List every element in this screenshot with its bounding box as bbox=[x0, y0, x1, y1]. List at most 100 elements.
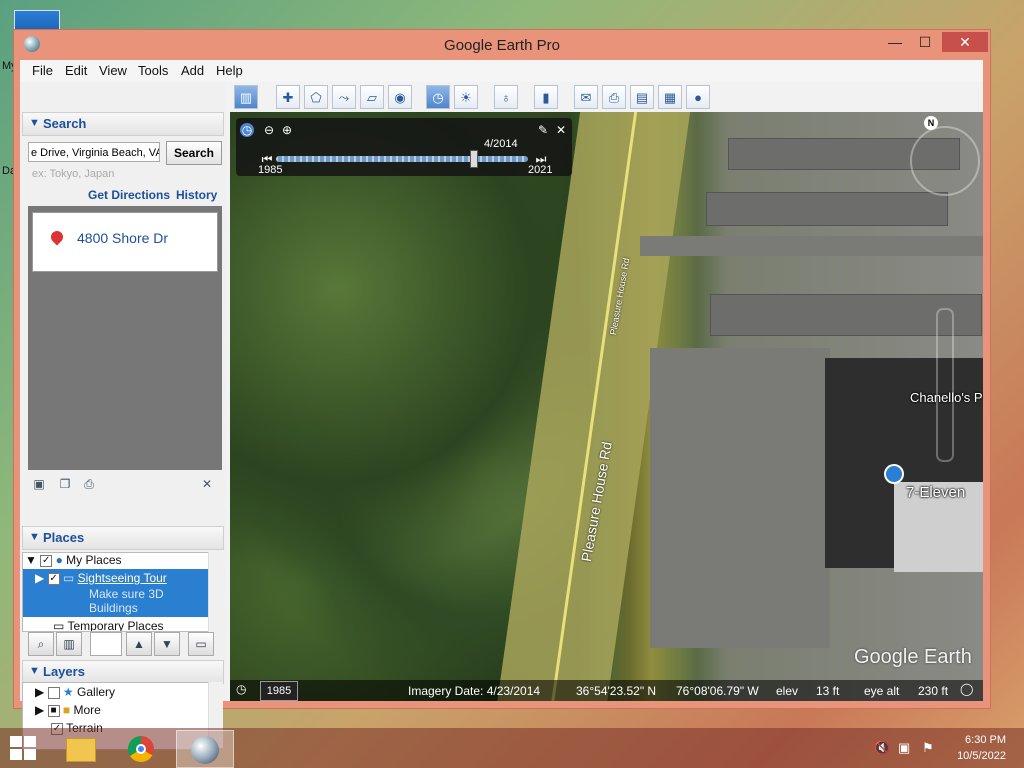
menu-add[interactable]: Add bbox=[181, 63, 204, 78]
add-polygon-icon[interactable]: ⬠ bbox=[304, 85, 328, 109]
layers-panel-title: Layers bbox=[43, 664, 85, 679]
move-up-button[interactable]: ▲ bbox=[126, 632, 152, 656]
tree-label[interactable]: Sightseeing Tour bbox=[78, 571, 167, 585]
earth-gallery-icon[interactable]: ● bbox=[686, 85, 710, 109]
checkbox[interactable]: ✓ bbox=[40, 554, 53, 567]
volume-muted-icon[interactable]: 🔇 bbox=[874, 740, 890, 756]
network-icon[interactable]: ▣ bbox=[898, 740, 910, 756]
places-panel-title: Places bbox=[43, 530, 85, 545]
add-path-icon[interactable]: ⤳ bbox=[332, 85, 356, 109]
settings-wrench-icon[interactable]: ✎ bbox=[536, 123, 550, 137]
close-button[interactable]: ✕ bbox=[942, 32, 988, 52]
add-folder-button[interactable]: ▭ bbox=[188, 632, 214, 656]
move-down-button[interactable]: ▼ bbox=[154, 632, 180, 656]
action-center-icon[interactable]: ⚑ bbox=[922, 740, 934, 756]
historical-clock-icon[interactable]: ◷ bbox=[236, 682, 246, 696]
history-link[interactable]: History bbox=[176, 188, 217, 202]
expand-icon[interactable]: ▶ bbox=[35, 571, 44, 585]
layers-panel-header[interactable]: ▼ Layers bbox=[22, 660, 224, 684]
status-bar: ◷ 1985 Imagery Date: 4/23/2014 36°54'23.… bbox=[230, 680, 983, 701]
menu-bar: File Edit View Tools Add Help bbox=[20, 60, 983, 82]
menu-tools[interactable]: Tools bbox=[138, 63, 168, 78]
print-icon[interactable]: ⎙ bbox=[82, 477, 96, 491]
windows-start-icon[interactable] bbox=[10, 736, 36, 760]
expand-icon[interactable]: ▼ bbox=[25, 553, 37, 567]
poi-pin-icon[interactable] bbox=[884, 464, 904, 484]
poi-label[interactable]: 7-Eleven bbox=[906, 484, 965, 501]
checkbox[interactable]: ■ bbox=[47, 704, 60, 717]
timeline-track[interactable] bbox=[276, 156, 528, 162]
menu-help[interactable]: Help bbox=[216, 63, 243, 78]
view-in-maps-icon[interactable]: ▦ bbox=[658, 85, 682, 109]
search-results: 4800 Shore Dr bbox=[28, 206, 222, 470]
google-earth-window: Google Earth Pro — ☐ ✕ File Edit View To… bbox=[14, 30, 990, 750]
chrome-taskbar-button[interactable] bbox=[114, 730, 170, 766]
search-button[interactable]: Search bbox=[166, 141, 222, 165]
checkbox[interactable]: ✓ bbox=[47, 572, 60, 585]
collapse-triangle-icon: ▼ bbox=[29, 117, 40, 129]
tree-row-gallery[interactable]: ▶ ★ Gallery bbox=[35, 685, 115, 702]
close-timeline-icon[interactable]: ✕ bbox=[554, 123, 568, 137]
clock-date: 10/5/2022 bbox=[957, 750, 1006, 762]
places-panel-header[interactable]: ▼ Places bbox=[22, 526, 224, 550]
tree-row-sightseeing-tour[interactable]: ▶ ✓ ▭ Sightseeing Tour bbox=[35, 571, 167, 588]
save-folder-icon[interactable]: ▣ bbox=[32, 477, 46, 491]
places-scrollbar[interactable] bbox=[208, 552, 223, 632]
expand-icon[interactable]: ▶ bbox=[35, 685, 44, 699]
search-input[interactable]: e Drive, Virginia Beach, VA bbox=[28, 142, 160, 162]
layer-icon: ■ bbox=[62, 703, 71, 717]
email-icon[interactable]: ✉ bbox=[574, 85, 598, 109]
ruler-icon[interactable]: ▮ bbox=[534, 85, 558, 109]
search-places-button[interactable]: ⌕ bbox=[28, 632, 54, 656]
menu-view[interactable]: View bbox=[99, 63, 127, 78]
save-image-icon[interactable]: ▤ bbox=[630, 85, 654, 109]
menu-edit[interactable]: Edit bbox=[65, 63, 87, 78]
search-result-label[interactable]: 4800 Shore Dr bbox=[77, 230, 168, 246]
tree-row-temporary-places[interactable]: ▭ Temporary Places bbox=[53, 619, 164, 631]
eye-alt-value: 230 ft bbox=[918, 684, 949, 698]
zoom-slider[interactable] bbox=[936, 308, 954, 462]
record-tour-icon[interactable]: ◉ bbox=[388, 85, 412, 109]
search-panel-header[interactable]: ▼ Search bbox=[22, 112, 224, 136]
window-title: Google Earth Pro bbox=[444, 37, 560, 54]
north-indicator[interactable]: N bbox=[924, 116, 938, 130]
title-bar[interactable]: Google Earth Pro — ☐ ✕ bbox=[14, 30, 990, 60]
google-earth-watermark: Google Earth bbox=[854, 646, 972, 668]
search-result-item[interactable]: 4800 Shore Dr bbox=[32, 212, 218, 272]
planets-icon[interactable]: ♁ bbox=[494, 85, 518, 109]
sidebar-toggle-icon[interactable]: ▥ bbox=[234, 85, 258, 109]
timeline-thumb[interactable] bbox=[470, 150, 478, 168]
elevation-label: elev bbox=[776, 684, 799, 698]
chrome-icon bbox=[128, 736, 154, 762]
building-roof bbox=[706, 192, 948, 226]
minimize-button[interactable]: — bbox=[880, 32, 910, 52]
map-view[interactable]: Pleasure House Rd Pleasure House Rd Chan… bbox=[230, 112, 983, 701]
taskbar-clock[interactable]: 6:30 PM 10/5/2022 bbox=[956, 732, 1006, 764]
zoom-in-icon[interactable]: ⊕ bbox=[280, 123, 294, 137]
navigation-compass[interactable] bbox=[910, 126, 980, 196]
get-directions-link[interactable]: Get Directions bbox=[88, 188, 170, 202]
maximize-button[interactable]: ☐ bbox=[910, 32, 940, 52]
file-explorer-taskbar-button[interactable] bbox=[52, 730, 108, 766]
tree-row-my-places[interactable]: ▼ ✓ ● My Places bbox=[25, 553, 122, 570]
copy-icon[interactable]: ❐ bbox=[58, 477, 72, 491]
year-indicator[interactable]: 1985 bbox=[260, 681, 298, 701]
menu-file[interactable]: File bbox=[32, 63, 53, 78]
places-filter-input[interactable] bbox=[90, 632, 122, 656]
sunlight-icon[interactable]: ☀ bbox=[454, 85, 478, 109]
tree-row-more[interactable]: ▶ ■ ■ More bbox=[35, 703, 101, 720]
clear-search-icon[interactable]: ✕ bbox=[200, 477, 214, 491]
add-placemark-icon[interactable]: ✚ bbox=[276, 85, 300, 109]
places-toolbar: ⌕ ▥ ▲ ▼ ▭ bbox=[22, 632, 222, 658]
toggle-view-button[interactable]: ▥ bbox=[56, 632, 82, 656]
zoom-out-icon[interactable]: ⊖ bbox=[262, 123, 276, 137]
checkbox[interactable] bbox=[47, 686, 60, 699]
clock-icon[interactable]: ◷ bbox=[240, 123, 254, 137]
folder-icon: ▭ bbox=[62, 571, 75, 585]
historical-imagery-icon[interactable]: ◷ bbox=[426, 85, 450, 109]
google-earth-taskbar-button[interactable] bbox=[176, 730, 234, 768]
timeline-end-year: 2021 bbox=[528, 164, 553, 176]
print-icon[interactable]: ⎙ bbox=[602, 85, 626, 109]
image-overlay-icon[interactable]: ▱ bbox=[360, 85, 384, 109]
expand-icon[interactable]: ▶ bbox=[35, 703, 44, 717]
